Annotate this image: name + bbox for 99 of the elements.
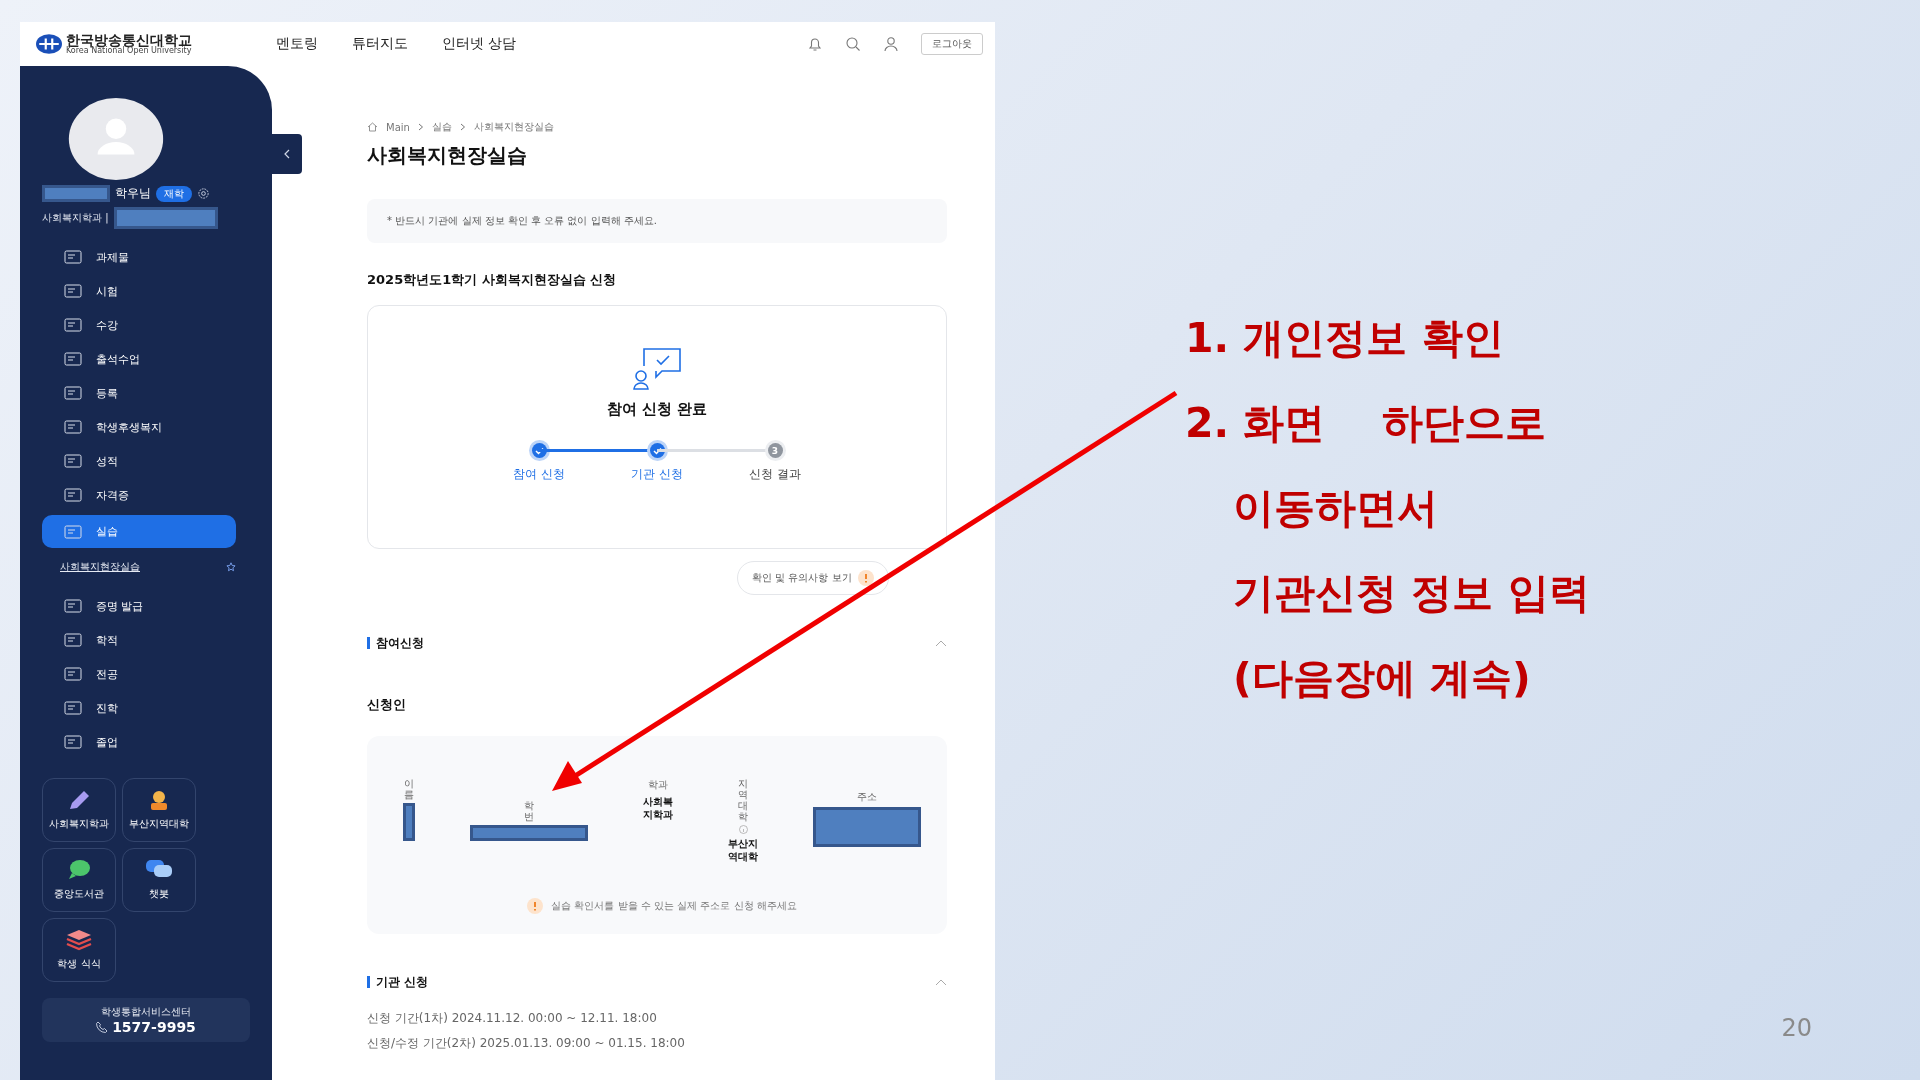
logout-button[interactable]: 로그아웃 bbox=[921, 33, 983, 55]
document-icon bbox=[64, 599, 82, 613]
applicant-title: 신청인 bbox=[367, 697, 407, 714]
step-label: 기관 신청 bbox=[631, 466, 683, 483]
chevron-right-icon bbox=[459, 123, 466, 131]
breadcrumb-link[interactable]: Main bbox=[386, 121, 410, 133]
menu-item[interactable]: 출석수업 bbox=[42, 345, 236, 373]
user-icon[interactable] bbox=[883, 36, 899, 52]
nav-link[interactable]: 튜터지도 bbox=[352, 35, 408, 53]
page-number: 20 bbox=[1781, 1014, 1812, 1042]
breadcrumb-link[interactable]: 사회복지현장실습 bbox=[473, 120, 554, 134]
document-icon bbox=[64, 524, 82, 539]
document-icon bbox=[64, 250, 82, 264]
breadcrumb-link[interactable]: 실습 bbox=[431, 120, 452, 134]
step-marker: 3 bbox=[767, 443, 783, 458]
section-title: 참여신청 bbox=[367, 637, 424, 649]
field-label: 학번 bbox=[524, 800, 534, 822]
speech-bubble-icon bbox=[67, 859, 91, 881]
info-icon[interactable] bbox=[738, 825, 748, 834]
menu-item[interactable]: 증명 발급 bbox=[42, 592, 236, 620]
menu-item[interactable]: 전공 bbox=[42, 660, 236, 688]
menu-item[interactable]: 시험 bbox=[42, 277, 236, 305]
period-text: 신청 기간(1차) 2024.11.12. 00:00 ~ 12.11. 18:00 bbox=[367, 1010, 658, 1027]
nav-link[interactable]: 멘토링 bbox=[276, 35, 318, 53]
chevron-right-icon bbox=[417, 123, 424, 131]
user-name: 학우님 bbox=[115, 185, 151, 202]
document-icon bbox=[64, 284, 82, 298]
menu-item[interactable]: 자격증 bbox=[42, 481, 236, 509]
step-label: 신청 결과 bbox=[749, 466, 801, 483]
nav-link[interactable]: 인터넷 상담 bbox=[442, 35, 517, 53]
section-title: 기관 신청 bbox=[367, 976, 429, 988]
menu-item[interactable]: 수강 bbox=[42, 311, 236, 339]
department-text: 사회복지학과 | bbox=[42, 211, 109, 225]
document-icon bbox=[64, 318, 82, 332]
status-heading: 참여 신청 완료 bbox=[606, 400, 708, 419]
pencil-icon bbox=[67, 789, 91, 811]
menu-item[interactable]: 성적 bbox=[42, 447, 236, 475]
menu-item[interactable]: 등록 bbox=[42, 379, 236, 407]
search-icon[interactable] bbox=[845, 36, 861, 52]
phone-icon bbox=[96, 1021, 109, 1033]
warning-icon bbox=[527, 898, 544, 914]
application-title: 2025학년도1학기 사회복지현장실습 신청 bbox=[367, 271, 618, 289]
chevron-icon[interactable] bbox=[935, 639, 947, 647]
document-icon bbox=[64, 701, 82, 715]
annotation-text: 1. 개인정보 확인 bbox=[1185, 313, 1505, 364]
quick-link-tile[interactable]: 중앙도서관 bbox=[42, 848, 116, 912]
collapse-button[interactable] bbox=[272, 134, 302, 174]
menu-item[interactable]: 진학 bbox=[42, 694, 236, 722]
menu-item[interactable]: 실습 bbox=[42, 515, 236, 548]
document-icon bbox=[64, 420, 82, 434]
document-icon bbox=[64, 488, 82, 502]
field-label: 이름 bbox=[404, 778, 414, 800]
layers-icon bbox=[66, 929, 92, 951]
document-icon bbox=[64, 735, 82, 749]
document-icon bbox=[64, 667, 82, 681]
guide-button[interactable]: 확인 및 유의사항 보기 bbox=[737, 561, 889, 595]
phone-number: 1577-9995 bbox=[112, 1019, 196, 1035]
annotation-text: 2. 화면 하단으로 bbox=[1185, 398, 1548, 449]
home-icon[interactable] bbox=[367, 122, 378, 132]
page-title: 사회복지현장실습 bbox=[367, 142, 528, 169]
hint-text: 실습 확인서를 받을 수 있는 실제 주소로 신청 해주세요 bbox=[551, 899, 797, 913]
logo-subtext: Korea National Open University bbox=[66, 47, 192, 55]
settings-icon[interactable] bbox=[197, 187, 210, 200]
field-label: 지역대학 bbox=[738, 778, 748, 822]
logo-icon bbox=[36, 34, 62, 54]
quick-link-tile[interactable]: 사회복지학과 bbox=[42, 778, 116, 842]
document-icon bbox=[64, 352, 82, 366]
notice-text: * 반드시 기관에 실제 정보 확인 후 오류 없이 입력해 주세요. bbox=[387, 214, 657, 228]
chevron-left-icon bbox=[283, 149, 291, 159]
star-icon[interactable] bbox=[226, 562, 236, 572]
annotation-text: (다음장에 계속) bbox=[1232, 653, 1532, 704]
period-text: 신청/수정 기간(2차) 2025.01.13. 09:00 ~ 01.15. 18:00 bbox=[367, 1035, 686, 1052]
field-label: 주소 bbox=[857, 790, 877, 804]
menu-item[interactable]: 과제물 bbox=[42, 243, 236, 271]
field-value: 부산지역대학 bbox=[728, 837, 758, 863]
chat-check-icon bbox=[632, 346, 682, 390]
chevron-icon[interactable] bbox=[935, 978, 947, 986]
submenu-link[interactable]: 사회복지현장실습 bbox=[60, 560, 140, 574]
annotation-text: 이동하면서 bbox=[1232, 483, 1439, 534]
redacted-block bbox=[42, 185, 110, 202]
quick-link-tile[interactable]: 부산지역대학 bbox=[122, 778, 196, 842]
menu-item[interactable]: 학적 bbox=[42, 626, 236, 654]
service-center-title: 학생통합서비스센터 bbox=[101, 1005, 191, 1019]
quick-link-tile[interactable]: 학생 식식 bbox=[42, 918, 116, 982]
annotation-text: 기관신청 정보 입력 bbox=[1232, 568, 1590, 619]
field-value: 사회복지학과 bbox=[643, 795, 673, 821]
menu-item[interactable]: 학생후생복지 bbox=[42, 413, 236, 441]
person-icon bbox=[148, 789, 170, 811]
warning-icon bbox=[857, 570, 874, 586]
document-icon bbox=[64, 386, 82, 400]
status-badge: 재학 bbox=[156, 185, 192, 202]
field-label: 학과 bbox=[648, 778, 668, 792]
bell-icon[interactable] bbox=[807, 36, 823, 52]
step-label: 참여 신청 bbox=[513, 466, 565, 483]
document-icon bbox=[64, 633, 82, 647]
quick-link-tile[interactable]: 챗봇 bbox=[122, 848, 196, 912]
logo-text: 한국방송통신대학교 bbox=[66, 33, 192, 47]
document-icon bbox=[64, 454, 82, 468]
menu-item[interactable]: 졸업 bbox=[42, 728, 236, 756]
